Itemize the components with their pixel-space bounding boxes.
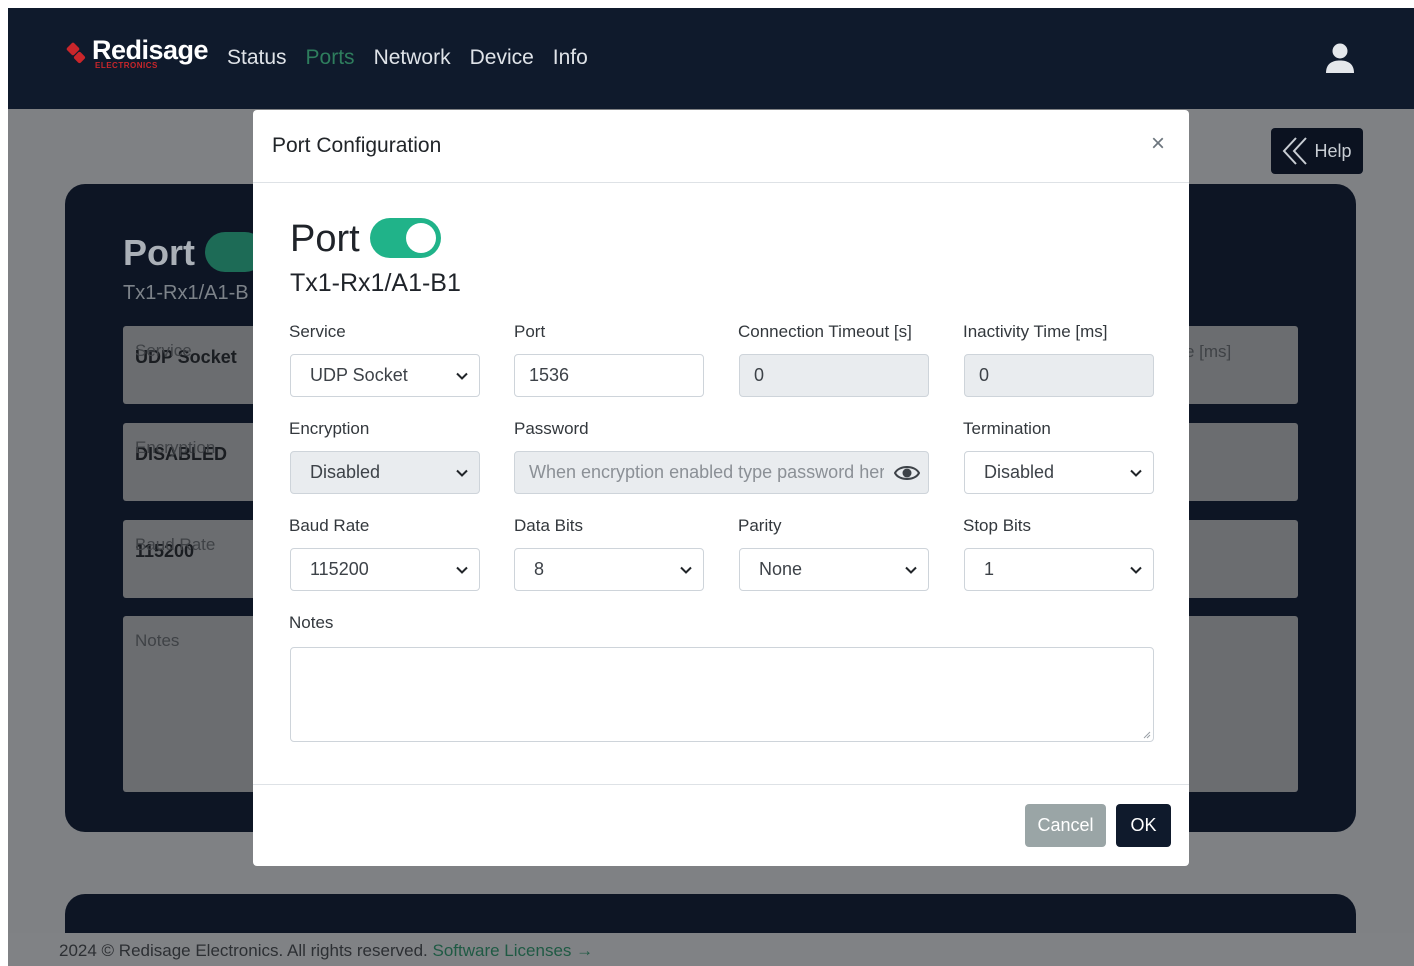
cancel-button[interactable]: Cancel xyxy=(1025,804,1106,847)
modal-footer: Cancel OK xyxy=(253,784,1189,866)
chevron-down-icon xyxy=(1130,566,1142,574)
stop-bits-value: 1 xyxy=(984,559,995,579)
password-input: When encryption enabled type password he… xyxy=(514,451,929,494)
nav-link-device[interactable]: Device xyxy=(470,46,534,70)
brand-mark-icon xyxy=(65,40,88,70)
nav-link-network[interactable]: Network xyxy=(374,46,451,70)
toggle-knob xyxy=(406,223,436,253)
bg-port-title: Port xyxy=(123,232,195,273)
nav-links: Status Ports Network Device Info xyxy=(227,46,588,70)
bg-port-subtitle: Tx1-Rx1/A1-B xyxy=(123,282,249,304)
termination-value: Disabled xyxy=(984,462,1055,482)
chevron-down-icon xyxy=(456,372,468,380)
footer-text: 2024 © Redisage Electronics. All rights … xyxy=(59,941,428,960)
connection-timeout-value: 0 xyxy=(754,365,765,385)
connection-timeout-input: 0 xyxy=(739,354,929,397)
app-frame: Redisage ELECTRONICS Status Ports Networ… xyxy=(8,8,1414,966)
chevron-down-icon xyxy=(680,566,692,574)
encryption-label: Encryption xyxy=(289,419,370,438)
baud-rate-label: Baud Rate xyxy=(289,516,370,535)
service-label: Service xyxy=(289,322,346,341)
inactivity-time-label: Inactivity Time [ms] xyxy=(963,322,1108,341)
password-placeholder: When encryption enabled type password he… xyxy=(529,462,884,482)
ok-button[interactable]: OK xyxy=(1116,804,1171,847)
chevron-down-icon xyxy=(456,469,468,477)
brand-sub: ELECTRONICS xyxy=(95,61,158,70)
navbar: Redisage ELECTRONICS Status Ports Networ… xyxy=(8,8,1414,109)
stop-bits-label: Stop Bits xyxy=(963,516,1032,535)
bg-field-label: Encryption xyxy=(135,438,216,457)
help-label: Help xyxy=(1314,140,1352,161)
service-select[interactable]: UDP Socket xyxy=(290,354,480,397)
termination-label: Termination xyxy=(963,419,1051,438)
modal-title: Port Configuration xyxy=(272,134,442,157)
port-name: Tx1-Rx1/A1-B1 xyxy=(290,269,461,297)
encryption-value: Disabled xyxy=(310,462,381,482)
double-chevron-left-icon xyxy=(1283,137,1308,165)
data-bits-label: Data Bits xyxy=(514,516,583,535)
port-enable-toggle[interactable] xyxy=(370,218,441,258)
chevron-down-icon xyxy=(1130,469,1142,477)
encryption-select[interactable]: Disabled xyxy=(290,451,480,494)
port-number-label: Port xyxy=(514,322,546,341)
user-icon[interactable] xyxy=(1324,42,1356,74)
resize-grip-icon[interactable] xyxy=(1141,729,1151,739)
bg-field-right-label: e [ms] xyxy=(1185,342,1232,361)
parity-value: None xyxy=(759,559,803,579)
modal-header: Port Configuration × xyxy=(253,110,1189,183)
bg-field-label: Notes xyxy=(135,631,180,650)
chevron-down-icon xyxy=(905,566,917,574)
service-value: UDP Socket xyxy=(310,365,408,385)
nav-link-ports[interactable]: Ports xyxy=(306,46,355,70)
data-bits-value: 8 xyxy=(534,559,545,579)
baud-rate-select[interactable]: 115200 xyxy=(290,548,480,591)
port-configuration-modal: Port Configuration × Port Tx1-Rx1/A1-B1 … xyxy=(253,110,1189,866)
stop-bits-select[interactable]: 1 xyxy=(964,548,1154,591)
brand-logo[interactable]: Redisage ELECTRONICS xyxy=(65,35,209,70)
baud-rate-value: 115200 xyxy=(310,559,369,579)
bg-field-right-3 xyxy=(1185,520,1298,598)
port-number-input[interactable]: 1536 xyxy=(514,354,704,397)
footer: 2024 © Redisage Electronics. All rights … xyxy=(8,933,1414,966)
port-number-value: 1536 xyxy=(529,365,570,385)
software-licenses-link[interactable]: Software Licenses → xyxy=(433,941,594,960)
termination-select[interactable]: Disabled xyxy=(964,451,1154,494)
notes-textarea[interactable] xyxy=(290,647,1154,742)
inactivity-time-input: 0 xyxy=(964,354,1154,397)
bg-field-right-1: e [ms] xyxy=(1185,326,1298,404)
parity-select[interactable]: None xyxy=(739,548,929,591)
chevron-down-icon xyxy=(456,566,468,574)
bg-field-label: Service xyxy=(135,341,192,360)
nav-link-info[interactable]: Info xyxy=(553,46,588,70)
close-icon[interactable]: × xyxy=(1151,132,1165,156)
nav-link-status[interactable]: Status xyxy=(227,46,287,70)
bg-field-right-4 xyxy=(1185,616,1298,792)
help-button[interactable]: Help xyxy=(1271,128,1363,174)
password-label: Password xyxy=(514,419,589,438)
eye-icon[interactable] xyxy=(894,462,920,484)
bg-field-right-2 xyxy=(1185,423,1298,501)
brand-name: Redisage xyxy=(92,35,209,65)
data-bits-select[interactable]: 8 xyxy=(514,548,704,591)
connection-timeout-label: Connection Timeout [s] xyxy=(738,322,912,341)
port-heading: Port xyxy=(290,218,360,260)
bg-field-label: Baud Rate xyxy=(135,535,216,554)
parity-label: Parity xyxy=(738,516,782,535)
notes-label: Notes xyxy=(289,613,334,632)
inactivity-time-value: 0 xyxy=(979,365,990,385)
